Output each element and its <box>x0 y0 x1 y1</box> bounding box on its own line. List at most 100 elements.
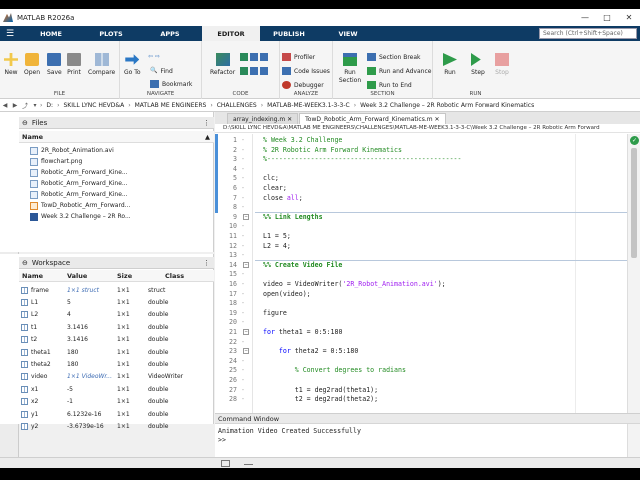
line-number[interactable]: 4 <box>223 165 237 175</box>
editor-scrollbar[interactable]: ✓ <box>627 134 640 413</box>
code-line[interactable]: 1- % Week 3.2 Challenge <box>215 136 627 146</box>
breakpoint-gutter[interactable]: - <box>241 395 245 405</box>
tab-apps[interactable]: APPS <box>140 26 200 41</box>
minimize-button[interactable]: — <box>574 9 596 26</box>
breadcrumb-folder[interactable]: CHALLENGES <box>213 102 261 109</box>
code-line[interactable]: 10- <box>215 222 627 232</box>
breakpoint-gutter[interactable]: - <box>241 299 245 309</box>
file-item-m[interactable]: TowD_Robotic_Arm_Forward... <box>19 200 214 211</box>
line-number[interactable]: 6 <box>223 184 237 194</box>
line-number[interactable]: 7 <box>223 194 237 204</box>
code-line[interactable]: 27- t1 = deg2rad(theta1); <box>215 386 627 396</box>
workspace-row[interactable]: video 1×1 VideoWr... 1×1 VideoWriter <box>19 371 214 383</box>
new-button[interactable]: New <box>4 53 18 76</box>
breadcrumb-current[interactable]: Week 3.2 Challenge – 2R Robotic Arm Forw… <box>356 102 538 109</box>
breakpoint-gutter[interactable]: - <box>241 232 245 242</box>
code-line[interactable]: 19- figure <box>215 309 627 319</box>
panel-menu-icon[interactable]: ⋮ <box>203 119 210 127</box>
line-number[interactable]: 24 <box>223 357 237 367</box>
section-break-button[interactable]: Section Break <box>367 53 421 61</box>
status-minimize-icon[interactable] <box>244 464 253 465</box>
line-number[interactable]: 14 <box>223 261 237 271</box>
file-item-avi[interactable]: 2R_Robot_Animation.avi <box>19 145 214 156</box>
print-button[interactable]: Print <box>67 53 81 76</box>
line-number[interactable]: 28 <box>223 395 237 405</box>
fold-toggle-icon[interactable]: − <box>243 329 249 335</box>
open-button[interactable]: Open <box>24 53 40 76</box>
breadcrumb-folder[interactable]: MATLAB ME ENGINEERS <box>131 102 211 109</box>
run-button[interactable]: Run <box>443 53 457 76</box>
command-scrollbar[interactable] <box>627 424 640 458</box>
line-number[interactable]: 9 <box>223 213 237 223</box>
breakpoint-gutter[interactable]: - <box>241 318 245 328</box>
tab-editor[interactable]: EDITOR <box>202 26 260 41</box>
breakpoint-gutter[interactable]: - <box>241 376 245 386</box>
code-tools-grid[interactable] <box>240 53 268 61</box>
save-button[interactable]: Save <box>47 53 62 76</box>
file-item-png[interactable]: flowchart.png <box>19 156 214 167</box>
code-line[interactable]: 22- <box>215 338 627 348</box>
line-number[interactable]: 13 <box>223 251 237 261</box>
goto-button[interactable]: Go To <box>124 53 141 76</box>
code-area[interactable]: 1-% Week 3.2 Challenge 2-% 2R Robotic Arm… <box>215 134 640 413</box>
breakpoint-gutter[interactable]: - <box>241 165 245 175</box>
workspace-row[interactable]: L1 5 1×1 double <box>19 296 214 308</box>
breakpoint-gutter[interactable]: - <box>241 136 245 146</box>
run-to-end-button[interactable]: Run to End <box>367 81 412 89</box>
breakpoint-gutter[interactable]: - <box>241 203 245 213</box>
file-item[interactable]: Robotic_Arm_Forward_Kine... <box>19 178 214 189</box>
breakpoint-gutter[interactable]: - <box>241 309 245 319</box>
code-line[interactable]: 21− for theta1 = 0:5:180 <box>215 328 627 338</box>
breakpoint-gutter[interactable]: - <box>241 280 245 290</box>
code-line[interactable]: 23− for theta2 = 0:5:180 <box>215 347 627 357</box>
breakpoint-gutter[interactable]: - <box>241 242 245 252</box>
breadcrumb-folder[interactable]: SKILL LYNC HEVD&A <box>59 102 128 109</box>
code-line[interactable]: 24- <box>215 357 627 367</box>
maximize-button[interactable]: □ <box>596 9 618 26</box>
breakpoint-gutter[interactable]: - <box>241 270 245 280</box>
collapse-icon[interactable]: ⊖ <box>22 119 28 127</box>
step-button[interactable]: Step <box>471 53 485 76</box>
code-line[interactable]: 20- <box>215 318 627 328</box>
code-line[interactable]: 9− %% Link Lengths <box>215 213 627 223</box>
bookmark-button[interactable]: Bookmark <box>150 80 192 88</box>
breadcrumb-drive[interactable]: D: <box>42 102 57 109</box>
line-number[interactable]: 16 <box>223 280 237 290</box>
code-line[interactable]: 6- clear; <box>215 184 627 194</box>
code-line[interactable]: 16- video = VideoWriter('2R_Robot_Animati… <box>215 280 627 290</box>
line-number[interactable]: 21 <box>223 328 237 338</box>
line-number[interactable]: 2 <box>223 146 237 156</box>
fold-toggle-icon[interactable]: − <box>243 261 249 268</box>
line-number[interactable]: 1 <box>223 136 237 146</box>
search-input[interactable]: Search (Ctrl+Shift+Space) <box>539 28 637 39</box>
breakpoint-gutter[interactable]: - <box>241 184 245 194</box>
breakpoint-gutter[interactable]: - <box>241 194 245 204</box>
collapse-icon[interactable]: ⊖ <box>22 259 28 267</box>
workspace-row[interactable]: y2 -3.6739e-16 1×1 double <box>19 420 214 432</box>
run-section-button[interactable]: Run Section <box>337 53 363 85</box>
debugger-button[interactable]: Debugger <box>282 81 324 89</box>
code-line[interactable]: 26- <box>215 376 627 386</box>
line-number[interactable]: 10 <box>223 222 237 232</box>
line-number[interactable]: 3 <box>223 155 237 165</box>
code-line[interactable]: 15- <box>215 270 627 280</box>
scrollbar-thumb[interactable] <box>631 148 637 258</box>
fold-toggle-icon[interactable]: − <box>243 213 249 220</box>
tab-view[interactable]: VIEW <box>318 26 378 41</box>
line-number[interactable]: 25 <box>223 366 237 376</box>
status-layout-icon[interactable] <box>221 460 230 467</box>
line-number[interactable]: 11 <box>223 232 237 242</box>
breakpoint-gutter[interactable]: - <box>241 386 245 396</box>
find-button[interactable]: 🔍 Find <box>150 67 173 75</box>
code-line[interactable]: 18- <box>215 299 627 309</box>
file-item-doc[interactable]: Week 3.2 Challenge – 2R Ro... <box>19 211 214 222</box>
workspace-row[interactable]: t2 3.1416 1×1 double <box>19 334 214 346</box>
browse-icon[interactable]: ▾ <box>30 102 40 109</box>
code-line[interactable]: 17- open(video); <box>215 290 627 300</box>
line-number[interactable]: 19 <box>223 309 237 319</box>
workspace-row[interactable]: x1 -5 1×1 double <box>19 383 214 395</box>
line-number[interactable]: 5 <box>223 174 237 184</box>
code-line[interactable]: 12- L2 = 4; <box>215 242 627 252</box>
breakpoint-gutter[interactable]: - <box>241 146 245 156</box>
editor-tab-active[interactable]: TowD_Robotic_Arm_Forward_Kinematics.m ✕ <box>299 113 446 124</box>
